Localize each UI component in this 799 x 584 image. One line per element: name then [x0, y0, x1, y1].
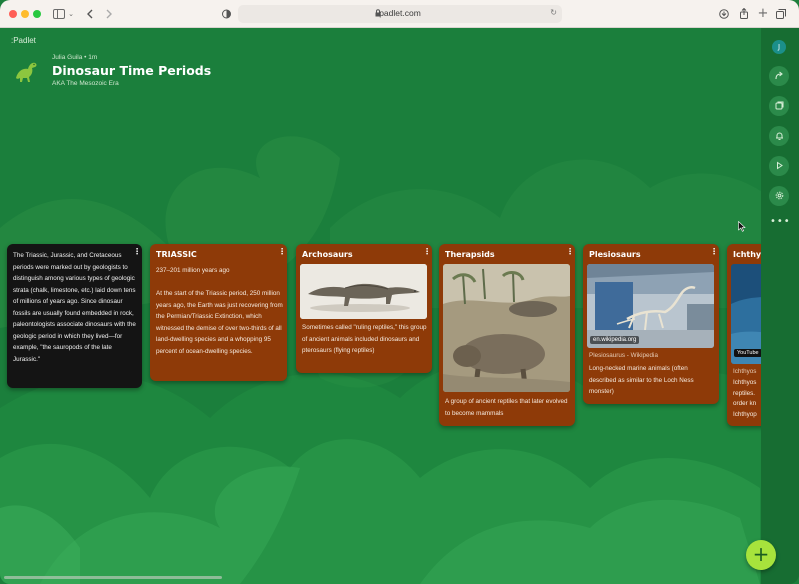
- remake-icon[interactable]: [769, 96, 789, 116]
- page-title: Dinosaur Time Periods: [52, 63, 212, 78]
- slideshow-icon[interactable]: [769, 156, 789, 176]
- reload-icon[interactable]: ↻: [550, 8, 557, 17]
- therapsid-image[interactable]: [443, 264, 570, 392]
- notification-icon[interactable]: [769, 126, 789, 146]
- share-icon[interactable]: [769, 66, 789, 86]
- triassic-text: At the start of the Triassic period, 250…: [156, 290, 283, 355]
- padlet-logo[interactable]: :Padlet: [11, 36, 36, 45]
- card-menu-icon[interactable]: ⋮: [278, 248, 286, 256]
- add-post-button[interactable]: +: [746, 540, 776, 570]
- horizontal-scrollbar[interactable]: [4, 576, 222, 579]
- sidebar-icon[interactable]: [52, 6, 66, 22]
- minimize-window-button[interactable]: [21, 10, 29, 18]
- mouse-pointer-icon: [738, 221, 746, 232]
- page-subtitle: AKA The Mesozoic Era: [52, 80, 119, 87]
- plesiosaurs-caption: Long-necked marine animals (often descri…: [589, 365, 694, 395]
- more-icon[interactable]: •••: [770, 217, 790, 227]
- triassic-dates: 237–201 million years ago: [156, 267, 230, 274]
- post-time: • 1m: [84, 54, 98, 61]
- intro-text: The Triassic, Jurassic, and Cretaceous p…: [13, 252, 136, 363]
- card-menu-icon[interactable]: ⋮: [710, 248, 718, 256]
- intro-card[interactable]: ⋮ The Triassic, Jurassic, and Cretaceous…: [7, 244, 142, 388]
- triassic-card[interactable]: TRIASSIC ⋮ 237–201 million years ago At …: [150, 244, 287, 381]
- url-text: padlet.com: [379, 8, 421, 18]
- archosaurs-caption: Sometimes called "ruling reptiles," this…: [302, 324, 427, 354]
- link-domain-badge: en.wikipedia.org: [590, 336, 640, 344]
- plesiosaur-link-image[interactable]: en.wikipedia.org: [587, 264, 714, 348]
- author-line: Julia Guila • 1m: [52, 54, 97, 61]
- chevron-down-icon[interactable]: ⌄: [67, 6, 75, 22]
- therapsids-card[interactable]: Therapsids ⋮ A group of ancient reptiles…: [439, 244, 575, 426]
- forward-icon[interactable]: [103, 6, 115, 22]
- archosaur-image[interactable]: [300, 264, 427, 319]
- shield-icon[interactable]: [221, 6, 231, 22]
- plesiosaurs-card[interactable]: Plesiosaurs ⋮ en.wikipedia.org Plesiosau…: [583, 244, 719, 404]
- youtube-badge: YouTube: [734, 349, 762, 357]
- card-menu-icon[interactable]: ⋮: [423, 248, 431, 256]
- close-window-button[interactable]: [9, 10, 17, 18]
- archosaurs-card[interactable]: Archosaurs ⋮ Sometimes called "ruling re…: [296, 244, 432, 373]
- plesiosaurs-link-title[interactable]: Plesiosaurus - Wikipedia: [589, 350, 716, 362]
- share-icon[interactable]: [738, 6, 750, 22]
- new-tab-icon[interactable]: +: [757, 6, 769, 22]
- browser-window: ⌄ padlet.com ↻ +:Padlet Julia Guila • 1…: [0, 0, 799, 584]
- card-title: TRIASSIC: [156, 250, 197, 259]
- browser-toolbar: ⌄ padlet.com ↻ +: [0, 0, 799, 28]
- dinosaur-avatar-icon: [16, 62, 37, 82]
- card-title: Archosaurs: [302, 250, 353, 259]
- download-icon[interactable]: [718, 6, 730, 22]
- maximize-window-button[interactable]: [33, 10, 41, 18]
- address-bar[interactable]: padlet.com ↻: [238, 5, 562, 23]
- tabs-icon[interactable]: [775, 6, 787, 22]
- card-title: Therapsids: [445, 250, 495, 259]
- settings-icon[interactable]: [769, 186, 789, 206]
- padlet-board: :Padlet Julia Guila • 1m Dinosaur Time P…: [0, 28, 799, 584]
- author-name[interactable]: Julia Guila: [52, 54, 82, 61]
- card-title: Plesiosaurs: [589, 250, 641, 259]
- back-icon[interactable]: [84, 6, 96, 22]
- therapsids-caption: A group of ancient reptiles that later e…: [445, 398, 568, 417]
- card-menu-icon[interactable]: ⋮: [566, 248, 574, 256]
- user-avatar[interactable]: J: [772, 40, 786, 54]
